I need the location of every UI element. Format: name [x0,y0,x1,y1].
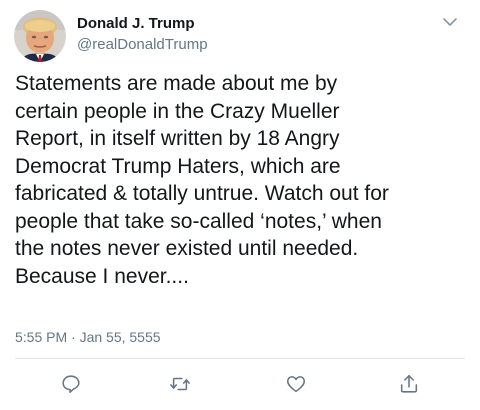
avatar-image [14,10,66,62]
like-button[interactable] [283,371,309,397]
user-handle[interactable]: @realDonaldTrump [77,34,208,56]
tweet-text-line: certain people in the Crazy Mueller [15,99,340,123]
tweet-text-line: Democrat Trump Haters, which are [15,154,341,178]
retweet-icon [170,377,190,391]
action-bar [0,371,480,399]
share-button[interactable] [396,371,422,397]
user-names: Donald J. Trump @realDonaldTrump [77,14,208,56]
retweet-button[interactable] [167,371,193,397]
share-icon [400,374,418,393]
reply-icon [62,375,80,394]
chevron-down-icon[interactable] [440,12,460,32]
display-name[interactable]: Donald J. Trump [77,14,208,34]
reply-button[interactable] [58,371,84,397]
tweet-text: Statements are made about me by certain … [15,70,470,290]
tweet-header: Donald J. Trump @realDonaldTrump [14,10,466,66]
divider [15,358,465,359]
tweet-text-line: Report, in itself written by 18 Angry [15,127,340,150]
tweet-text-line: Because I never.... [15,264,189,288]
tweet-text-line: people that take so-called ‘notes,’ when [15,209,382,233]
heart-icon [286,376,306,393]
tweet-timestamp[interactable]: 5:55 PM · Jan 55, 5555 [15,328,161,346]
tweet-text-line: the notes never existed until needed. [15,237,359,260]
avatar[interactable] [14,10,66,62]
tweet-text-line: fabricated & totally untrue. Watch out f… [15,182,389,205]
tweet-text-line: Statements are made about me by [15,72,338,95]
tweet-card: Donald J. Trump @realDonaldTrump Stateme… [0,0,480,410]
